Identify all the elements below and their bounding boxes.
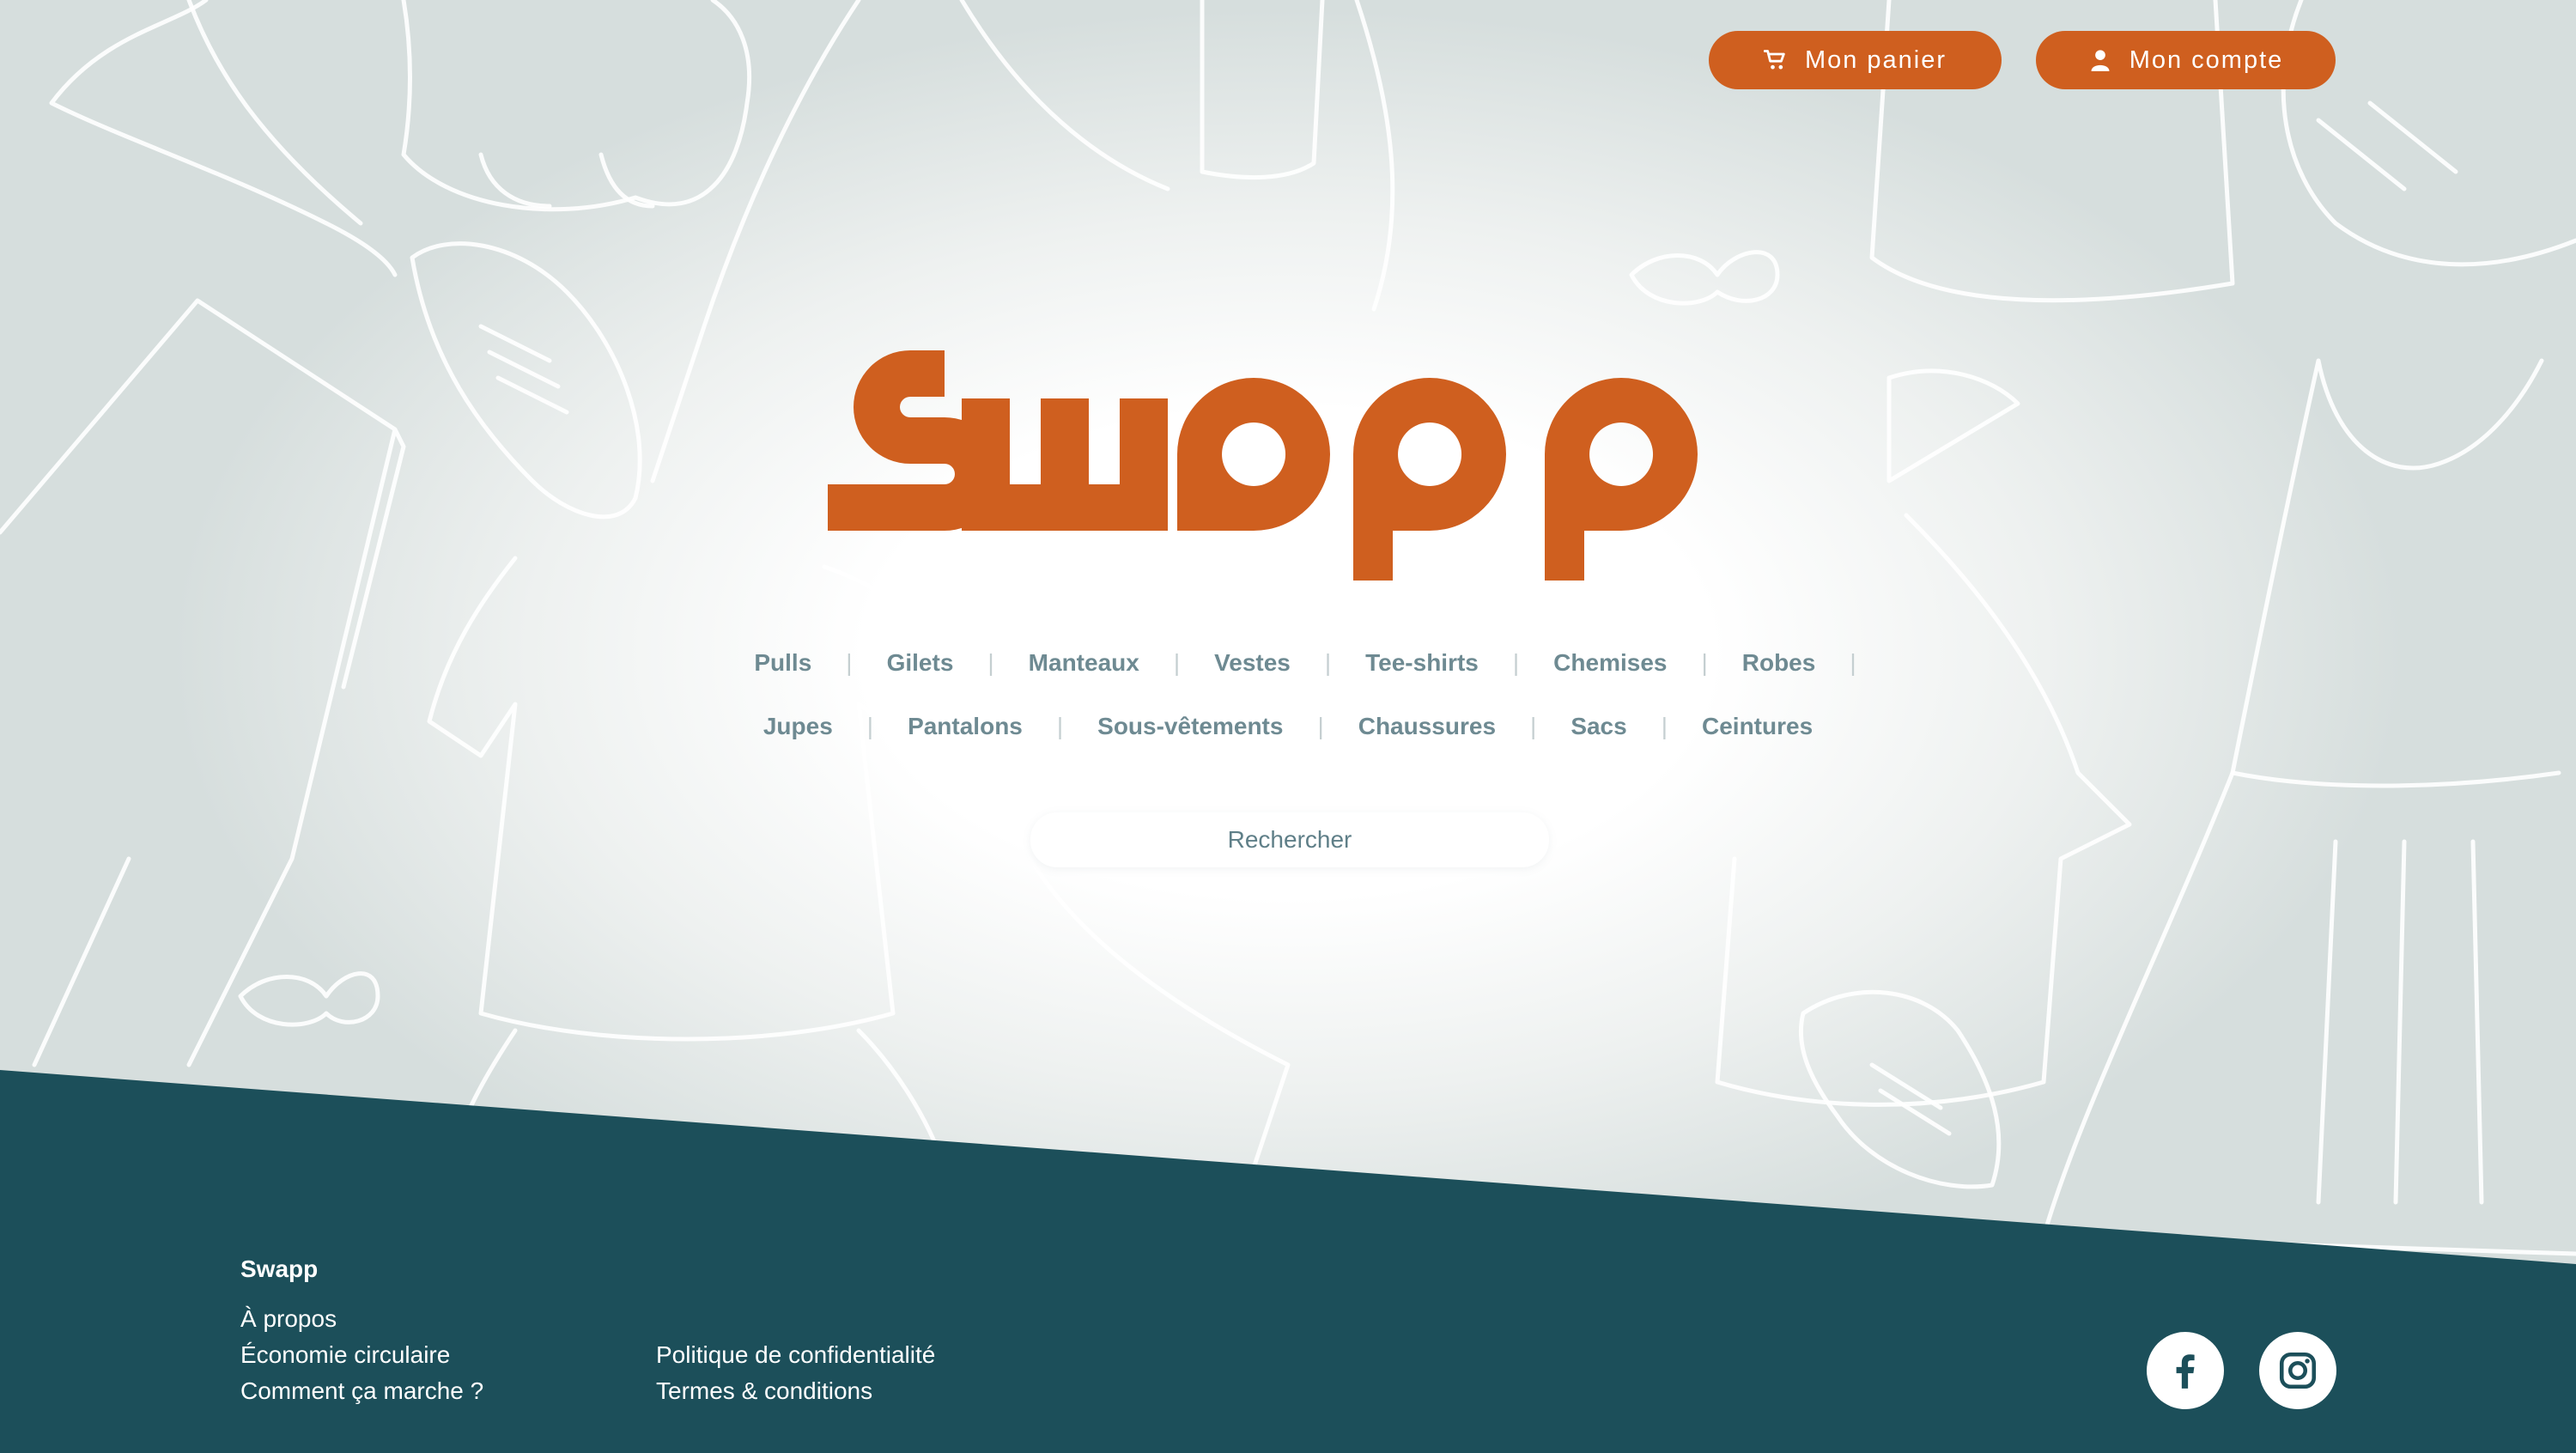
footer-link-how-it-works[interactable]: Comment ça marche ? <box>240 1377 483 1405</box>
category-separator: | <box>1173 649 1181 676</box>
category-tee-shirts[interactable]: Tee-shirts <box>1331 649 1513 677</box>
category-chaussures[interactable]: Chaussures <box>1324 713 1530 740</box>
category-separator: | <box>1530 713 1537 739</box>
category-separator: | <box>1701 649 1708 676</box>
category-pulls[interactable]: Pulls <box>720 649 846 677</box>
account-button[interactable]: Mon compte <box>2036 31 2336 89</box>
facebook-icon <box>2176 1354 2195 1389</box>
category-separator: | <box>846 649 853 676</box>
category-separator: | <box>866 713 874 739</box>
user-icon <box>2091 50 2110 71</box>
category-sacs[interactable]: Sacs <box>1536 713 1661 740</box>
category-separator: | <box>1056 713 1064 739</box>
category-robes[interactable]: Robes <box>1708 649 1850 677</box>
category-separator: | <box>1512 649 1520 676</box>
category-nav-row-1: Pulls | Gilets | Manteaux | Vestes | Tee-shi… <box>0 649 2576 677</box>
footer-link-privacy-policy[interactable]: Politique de confidentialité <box>656 1341 935 1369</box>
search-input[interactable] <box>1030 812 1549 867</box>
swapp-logo <box>828 350 1698 581</box>
account-button-label: Mon compte <box>2129 46 2284 74</box>
category-separator: | <box>1317 713 1324 739</box>
category-manteaux[interactable]: Manteaux <box>994 649 1174 677</box>
footer-brand: Swapp <box>240 1255 319 1282</box>
category-gilets[interactable]: Gilets <box>853 649 988 677</box>
category-separator: | <box>1661 713 1668 739</box>
cart-button[interactable]: Mon panier <box>1709 31 2002 89</box>
instagram-link[interactable] <box>2259 1332 2336 1409</box>
shopping-cart-icon <box>1763 50 1785 70</box>
instagram-icon <box>2279 1352 2317 1389</box>
cart-button-label: Mon panier <box>1804 46 1947 74</box>
footer-link-about[interactable]: À propos <box>240 1305 337 1333</box>
category-separator: | <box>1850 649 1856 676</box>
footer-link-circular-economy[interactable]: Économie circulaire <box>240 1341 450 1369</box>
category-ceintures[interactable]: Ceintures <box>1668 713 1847 740</box>
facebook-link[interactable] <box>2147 1332 2224 1409</box>
category-separator: | <box>1324 649 1332 676</box>
category-chemises[interactable]: Chemises <box>1519 649 1701 677</box>
footer-link-terms[interactable]: Termes & conditions <box>656 1377 872 1405</box>
category-sous-vetements[interactable]: Sous-vêtements <box>1063 713 1317 740</box>
category-jupes[interactable]: Jupes <box>729 713 867 740</box>
category-pantalons[interactable]: Pantalons <box>873 713 1057 740</box>
category-nav-row-2: Jupes | Pantalons | Sous-vêtements | Chauss… <box>0 713 2576 740</box>
category-separator: | <box>987 649 994 676</box>
category-vestes[interactable]: Vestes <box>1180 649 1325 677</box>
